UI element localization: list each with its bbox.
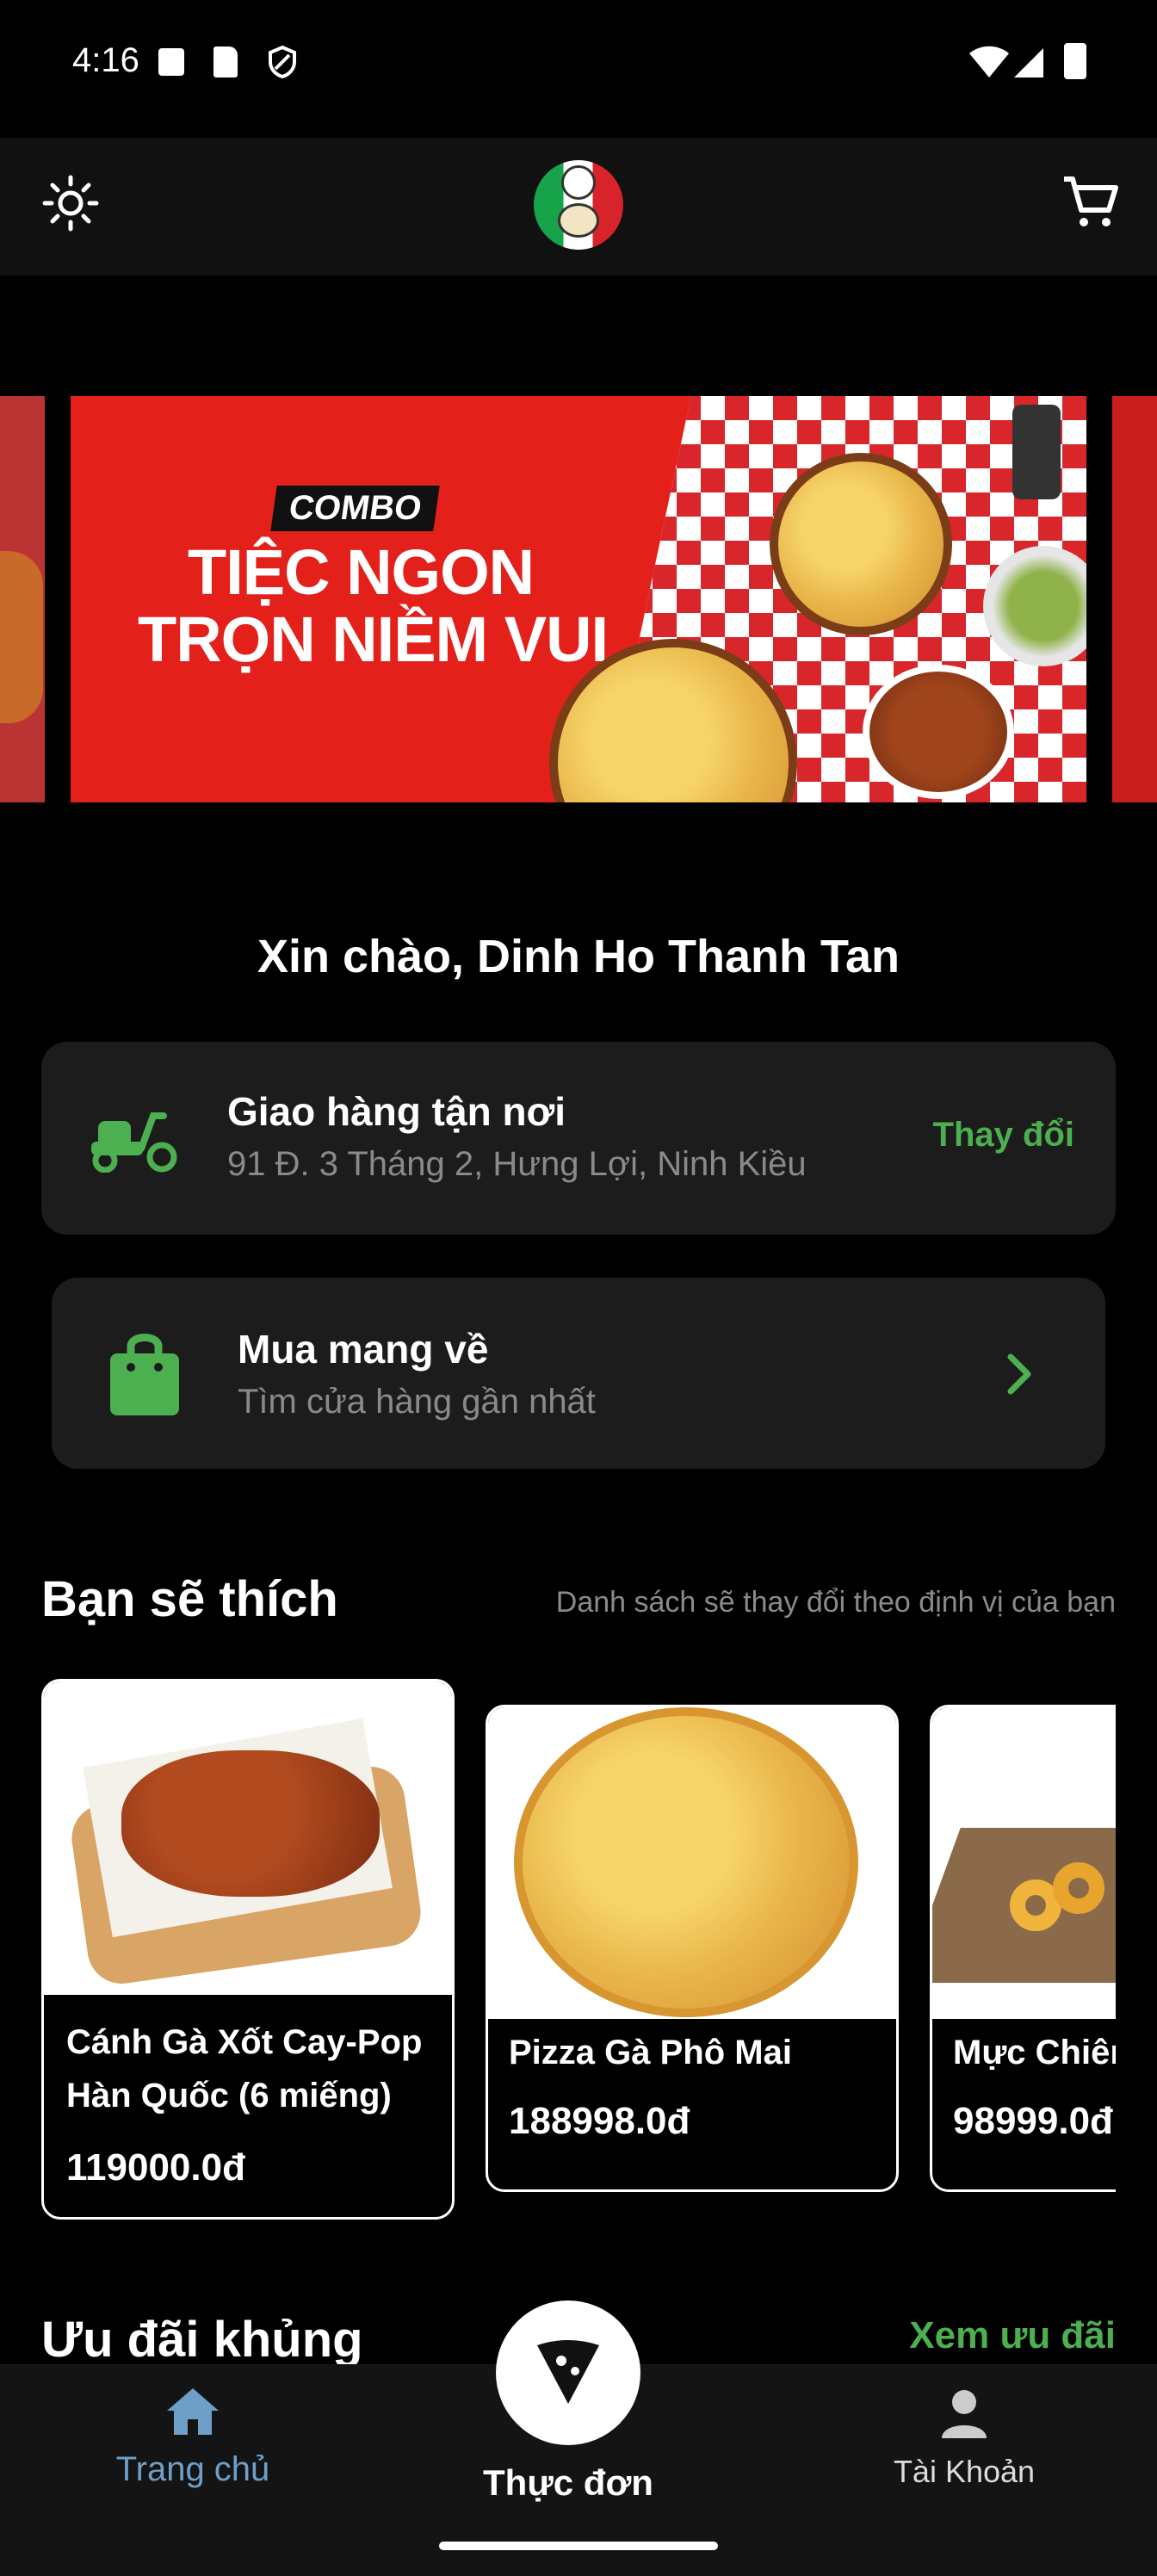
banner-wings	[863, 665, 1014, 799]
product-name: Mực Chiên	[953, 2034, 1116, 2071]
banner-pizza-small	[770, 453, 952, 635]
product-price: 119000.0đ	[66, 2146, 245, 2189]
view-deals-link[interactable]: Xem ưu đãi	[909, 2314, 1116, 2357]
cart-icon[interactable]	[1061, 172, 1121, 232]
product-name: Pizza Gà Phô Mai	[509, 2034, 792, 2071]
recommend-note: Danh sách sẽ thay đổi theo định vị của b…	[555, 1586, 1116, 1619]
takeaway-title: Mua mang về	[238, 1327, 489, 1372]
recommend-title: Bạn sẽ thích	[41, 1571, 338, 1627]
sd-card-icon	[213, 46, 238, 77]
deals-title: Ưu đãi khủng	[41, 2312, 363, 2368]
product-card[interactable]: Mực Chiên 98999.0đ	[930, 1705, 1116, 2192]
product-carousel[interactable]: Cánh Gà Xốt Cay-Pop Hàn Quốc (6 miếng) 1…	[41, 1679, 1116, 2230]
signal-icon	[1014, 48, 1043, 77]
delivery-title: Giao hàng tận nơi	[227, 1089, 566, 1134]
nav-home-label: Trang chủ	[115, 2450, 270, 2488]
takeaway-card[interactable]: Mua mang về Tìm cửa hàng gần nhất	[52, 1278, 1105, 1469]
promo-banner[interactable]: COMBO TIỆC NGON TRỌN NIỀM VUI	[71, 396, 1086, 802]
takeaway-subtitle: Tìm cửa hàng gần nhất	[238, 1383, 596, 1421]
change-address-button[interactable]: Thay đổi	[933, 1116, 1074, 1155]
delivery-card[interactable]: Giao hàng tận nơi 91 Đ. 3 Tháng 2, Hưng …	[41, 1042, 1116, 1235]
product-price: 98999.0đ	[953, 2100, 1113, 2142]
battery-icon	[1064, 43, 1086, 79]
product-name-line-2: Hàn Quốc (6 miếng)	[66, 2077, 392, 2115]
nav-menu-button[interactable]	[496, 2300, 640, 2445]
shopping-bag-icon	[110, 1334, 179, 1415]
gesture-handle	[439, 2542, 718, 2550]
product-name-line-1: Cánh Gà Xốt Cay-Pop	[66, 2023, 423, 2061]
status-time: 4:16	[72, 41, 139, 79]
keyboard-icon	[158, 48, 184, 76]
product-card[interactable]: Pizza Gà Phô Mai 188998.0đ	[486, 1705, 899, 2192]
delivery-address: 91 Đ. 3 Tháng 2, Hưng Lợi, Ninh Kiều	[227, 1145, 807, 1183]
product-image-pizza	[488, 1707, 896, 2019]
nav-menu-label[interactable]: Thực đơn	[430, 2462, 706, 2504]
product-image-squid	[932, 1707, 1116, 2019]
greeting-text: Xin chào, Dinh Ho Thanh Tan	[257, 931, 900, 982]
banner-headline-2: TRỌN NIỀM VUI	[138, 604, 609, 675]
banner-next-peek[interactable]	[1112, 396, 1157, 802]
wifi-icon	[969, 46, 1009, 77]
product-image-wings	[44, 1681, 452, 1995]
product-name: Cánh Gà Xốt Cay-Pop Hàn Quốc (6 miếng)	[66, 2016, 422, 2122]
shield-icon	[269, 45, 296, 79]
product-card[interactable]: Cánh Gà Xốt Cay-Pop Hàn Quốc (6 miếng) 1…	[41, 1679, 455, 2220]
chevron-right-icon[interactable]	[1002, 1352, 1036, 1396]
home-icon	[167, 2388, 219, 2435]
banner-headline-1: TIỆC NGON	[188, 536, 535, 608]
banner-badge: COMBO	[270, 486, 441, 531]
nav-account-label: Tài Khoản	[893, 2454, 1036, 2489]
theme-toggle-icon[interactable]	[41, 174, 100, 232]
banner-prev-peek[interactable]	[0, 396, 45, 802]
scooter-icon	[91, 1112, 177, 1173]
product-price: 188998.0đ	[509, 2100, 690, 2142]
pizza-logo	[534, 160, 623, 250]
nav-home[interactable]: Trang chủ	[69, 2385, 317, 2505]
banner-cans	[1012, 405, 1061, 499]
nav-account[interactable]: Tài Khoản	[840, 2388, 1088, 2509]
account-icon	[942, 2390, 987, 2438]
pizza-slice-icon	[537, 2340, 599, 2404]
